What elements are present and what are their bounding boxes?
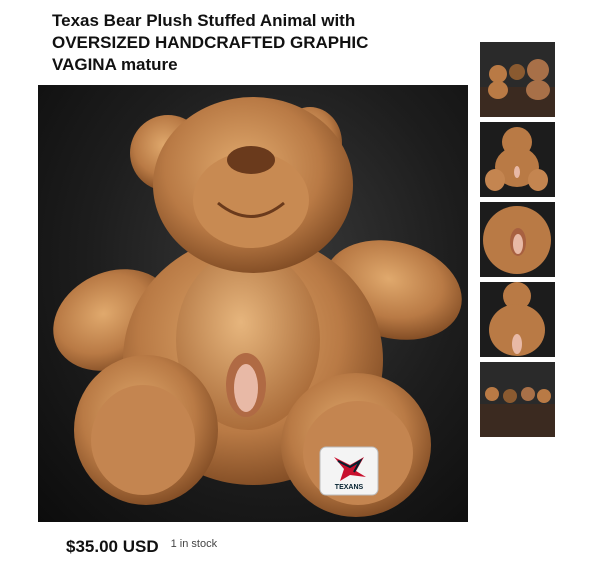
thumbnail-1[interactable] [480, 42, 555, 117]
thumbnail-2[interactable] [480, 122, 555, 197]
listing-title: Texas Bear Plush Stuffed Animal with OVE… [52, 11, 369, 74]
price: $35.00 USD [66, 537, 159, 556]
thumbnail-strip [480, 42, 555, 442]
svg-text:TEXANS: TEXANS [335, 484, 364, 491]
main-product-image[interactable]: TEXANS [38, 85, 468, 522]
teddy-bear-photo: TEXANS [53, 97, 462, 517]
thumbnail-3[interactable] [480, 202, 555, 277]
stock-status: 1 in stock [170, 538, 218, 550]
price-row: $35.00 USD 1 in stock [66, 537, 217, 557]
thumbnail-4[interactable] [480, 282, 555, 357]
thumbnail-5[interactable] [480, 362, 555, 437]
